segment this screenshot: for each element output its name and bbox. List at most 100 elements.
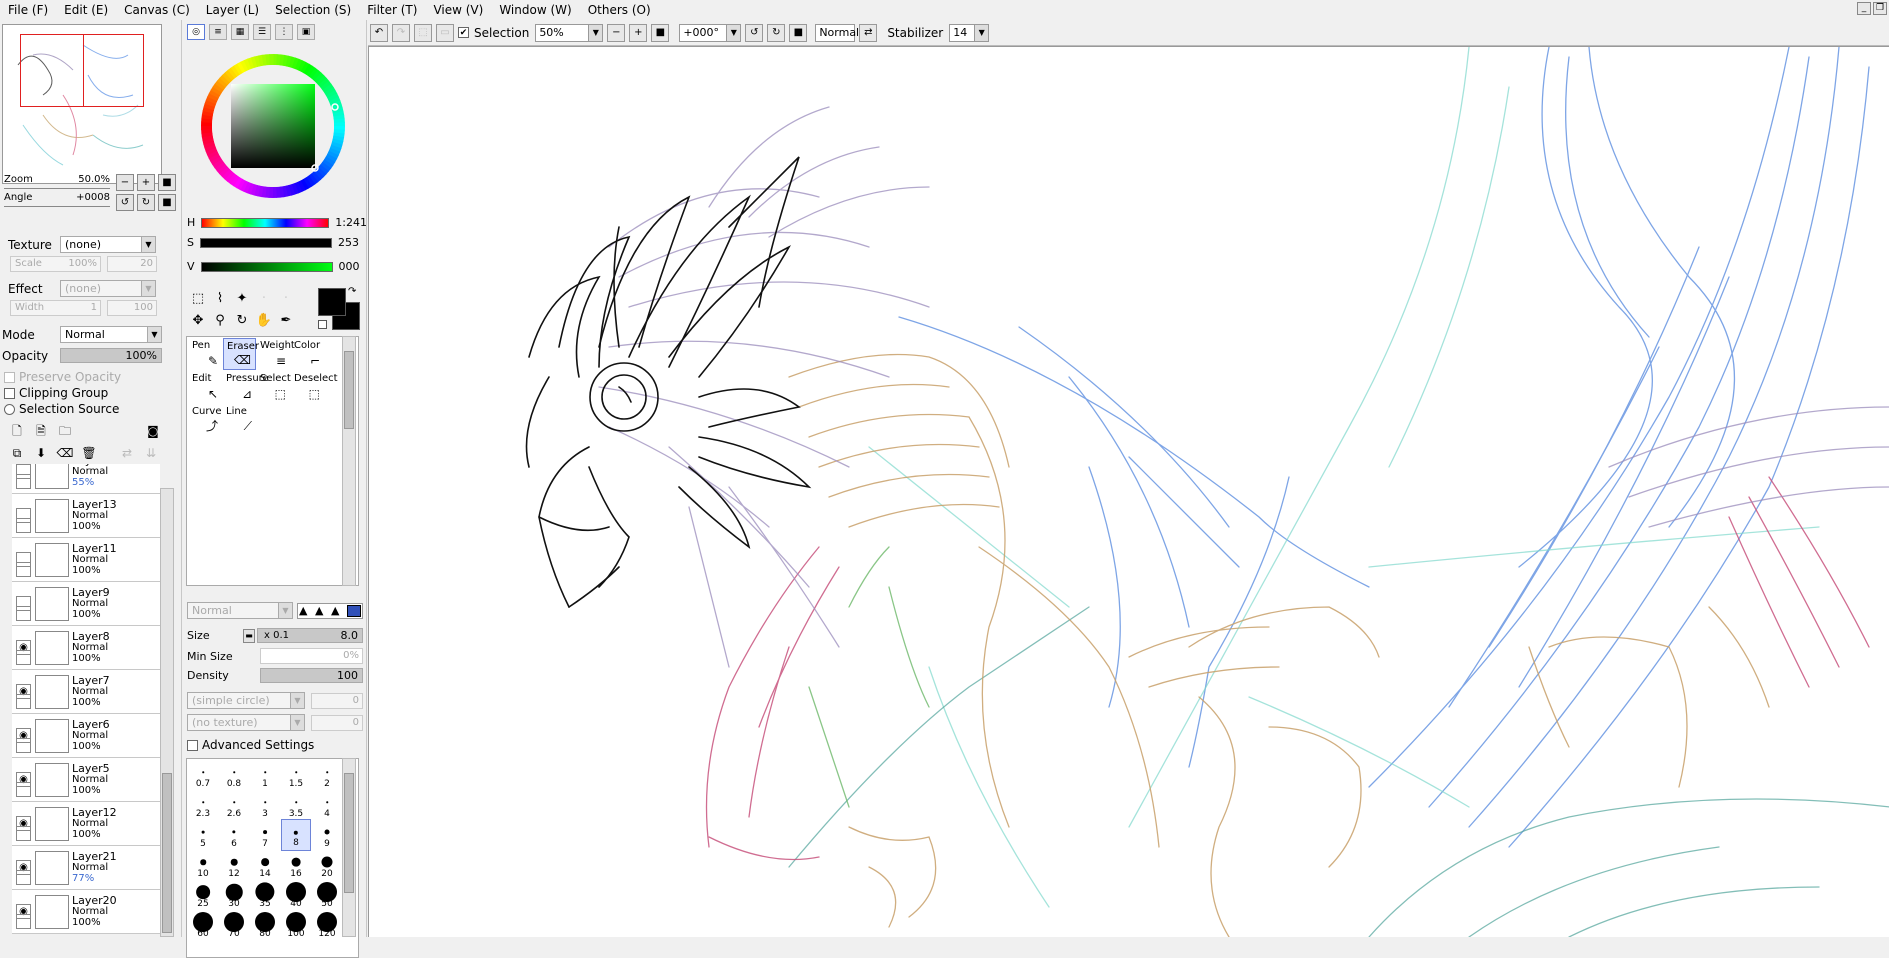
layer-row[interactable]: Layer14Normal55%: [12, 464, 160, 494]
brush-scrollbar[interactable]: [342, 336, 356, 586]
eyedropper-icon[interactable]: ✒: [275, 310, 297, 332]
size-range-icon[interactable]: ▬: [243, 628, 255, 643]
new-linework-layer-icon[interactable]: 🗎: [32, 422, 50, 440]
brush-size-cell[interactable]: 70: [219, 909, 249, 941]
rect-select-icon[interactable]: ⬚: [187, 288, 209, 310]
brush-size-cell[interactable]: 16: [281, 849, 311, 881]
brush-size-cell[interactable]: 2: [312, 759, 342, 791]
menu-window[interactable]: Window (W): [491, 0, 579, 20]
brush-size-cell[interactable]: 100: [281, 909, 311, 941]
rgb-slider-tab-icon[interactable]: ≡: [209, 24, 227, 40]
viewport-rect[interactable]: [20, 34, 144, 107]
layer-lock-checkbox[interactable]: [16, 870, 31, 885]
brush-eraser[interactable]: Eraser ⌫: [223, 338, 259, 370]
brush-size-cell[interactable]: 8: [281, 819, 311, 851]
toolbar-zoom-out-icon[interactable]: −: [607, 23, 626, 42]
layer-lock-checkbox[interactable]: [16, 474, 31, 489]
new-folder-icon[interactable]: 🗀: [56, 422, 74, 440]
menu-view[interactable]: View (V): [425, 0, 491, 20]
density-slider[interactable]: 100: [260, 668, 363, 683]
menu-others[interactable]: Others (O): [580, 0, 659, 20]
size-slider[interactable]: x 0.1 8.0: [257, 628, 363, 643]
advanced-settings-row[interactable]: Advanced Settings: [187, 738, 314, 752]
transfer-icon[interactable]: ⇄: [118, 444, 136, 462]
deselect-icon[interactable]: ⬚: [414, 23, 432, 42]
toolbar-zoom-reset-icon[interactable]: ■: [651, 23, 670, 42]
zoom-out-icon[interactable]: −: [116, 174, 134, 191]
color-wheel[interactable]: [193, 46, 353, 206]
brush-size-cell[interactable]: 30: [219, 879, 249, 911]
brush-weight[interactable]: Weight ≡: [257, 338, 295, 370]
advanced-settings-checkbox[interactable]: [187, 739, 198, 751]
move-icon[interactable]: ✥: [187, 310, 209, 332]
brush-shape-select[interactable]: (simple circle) ▼: [187, 692, 305, 709]
reset-colors-icon[interactable]: [318, 320, 327, 329]
brush-size-cell[interactable]: 6: [219, 819, 249, 851]
selection-toggle[interactable]: ✔ Selection: [458, 26, 531, 40]
brush-size-cell[interactable]: 40: [281, 879, 311, 911]
brush-size-cell[interactable]: 9: [312, 819, 342, 851]
layer-row[interactable]: ◉ Layer7 Normal 100%: [12, 670, 160, 714]
restore-icon[interactable]: ❐: [1873, 2, 1887, 15]
swatch-grid-tab-icon[interactable]: ⋮: [275, 24, 293, 40]
brush-line[interactable]: Line ⟋: [223, 404, 256, 436]
brush-select[interactable]: Select ⬚: [257, 371, 291, 403]
layer-lock-checkbox[interactable]: [16, 518, 31, 533]
brush-size-cell[interactable]: 5: [188, 819, 218, 851]
hue-slider[interactable]: [201, 217, 330, 228]
scratchpad-tab-icon[interactable]: ▣: [297, 24, 315, 40]
brush-size-cell[interactable]: 12: [219, 849, 249, 881]
layer-row[interactable]: ◉ Layer8 Normal 100%: [12, 626, 160, 670]
brush-size-cell[interactable]: 35: [250, 879, 280, 911]
brush-size-cell[interactable]: 25: [188, 879, 218, 911]
brush-size-cell[interactable]: 80: [250, 909, 280, 941]
brush-pen[interactable]: Pen ✎: [189, 338, 222, 370]
lasso-icon[interactable]: ⌇: [209, 288, 231, 310]
brush-deselect[interactable]: Deselect ⬚: [291, 371, 338, 403]
layer-lock-checkbox[interactable]: [16, 562, 31, 577]
layer-row[interactable]: Layer9 Normal 100%: [12, 582, 160, 626]
saturation-slider[interactable]: [199, 237, 332, 248]
brush-scroll-thumb[interactable]: [344, 351, 354, 429]
edge-hard-icon[interactable]: ▲: [299, 604, 313, 617]
size-scrollbar[interactable]: [342, 758, 356, 937]
toolbar-zoom-in-icon[interactable]: +: [629, 23, 648, 42]
brush-texture-select[interactable]: (no texture) ▼: [187, 714, 305, 731]
edge-soft-icon[interactable]: ▲: [331, 604, 345, 617]
zoom-slider[interactable]: Zoom 50.0%: [2, 174, 112, 189]
minimize-icon[interactable]: _: [1857, 2, 1871, 15]
brush-color[interactable]: Color ⌐: [291, 338, 324, 370]
rotate-left-icon[interactable]: ↺: [116, 194, 134, 211]
zoom-icon[interactable]: ⚲: [209, 310, 231, 332]
layer-lock-checkbox[interactable]: [16, 826, 31, 841]
brush-size-cell[interactable]: 14: [250, 849, 280, 881]
brush-size-cell[interactable]: 2.3: [188, 789, 218, 821]
brush-size-cell[interactable]: 0.7: [188, 759, 218, 791]
undo-icon[interactable]: ↶: [370, 23, 388, 42]
brush-size-cell[interactable]: 3.5: [281, 789, 311, 821]
merge-down-icon[interactable]: ⬇: [32, 444, 50, 462]
zoom-reset-icon[interactable]: ■: [158, 174, 176, 191]
preserve-opacity-row[interactable]: Preserve Opacity: [4, 370, 121, 384]
angle-slider[interactable]: Angle +0008: [2, 192, 112, 207]
clear-layer-icon[interactable]: ⌫: [56, 444, 74, 462]
brush-size-cell[interactable]: 50: [312, 879, 342, 911]
brush-size-cell[interactable]: 1: [250, 759, 280, 791]
menu-canvas[interactable]: Canvas (C): [116, 0, 198, 20]
layer-row[interactable]: ◉ Layer6 Normal 100%: [12, 714, 160, 758]
effect-select[interactable]: (none) ▼: [60, 280, 156, 297]
brush-edit[interactable]: Edit ↖: [189, 371, 222, 403]
layer-row[interactable]: ◉ Layer12 Normal 100%: [12, 802, 160, 846]
brush-size-cell[interactable]: 0.8: [219, 759, 249, 791]
brush-size-cell[interactable]: 4: [312, 789, 342, 821]
layer-row[interactable]: ◉ Layer5 Normal 100%: [12, 758, 160, 802]
layer-lock-checkbox[interactable]: [16, 738, 31, 753]
brush-size-cell[interactable]: 60: [188, 909, 218, 941]
primary-color[interactable]: [318, 288, 346, 316]
layer-row[interactable]: Layer11 Normal 100%: [12, 538, 160, 582]
selection-source-radio[interactable]: [4, 403, 15, 415]
brush-curve[interactable]: Curve ⤴: [189, 404, 222, 436]
brush-blend-select[interactable]: Normal ▼: [187, 602, 293, 619]
redo-icon[interactable]: ↷: [392, 23, 410, 42]
layer-lock-checkbox[interactable]: [16, 782, 31, 797]
